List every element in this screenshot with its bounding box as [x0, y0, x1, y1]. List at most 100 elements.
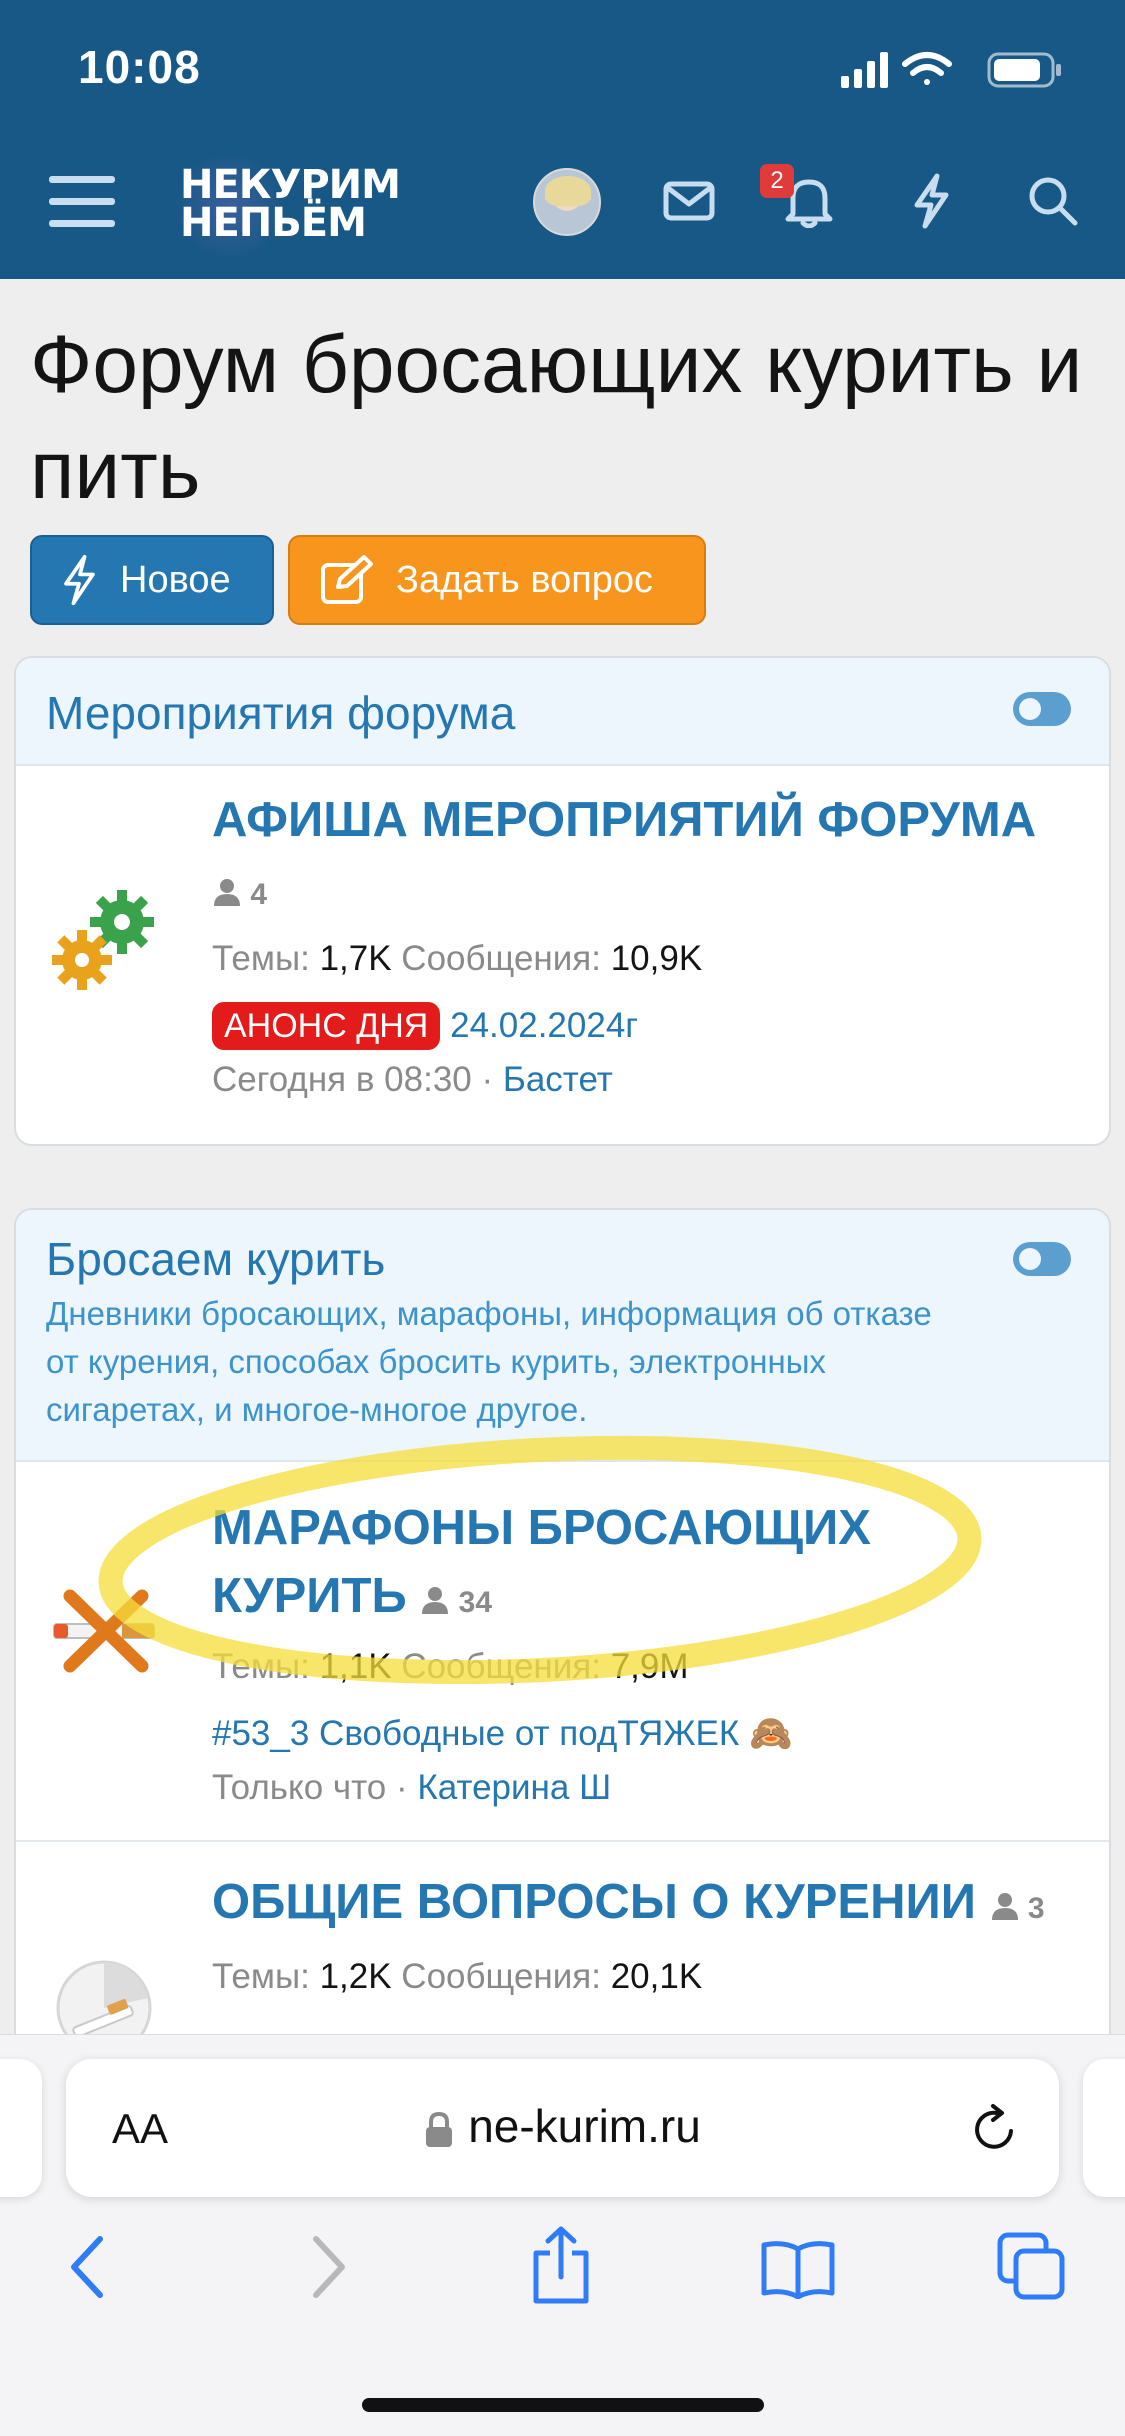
node-stats: Темы: 1,7K Сообщения: 10,9K: [212, 935, 1069, 983]
app-header: 10:08 НЕКУРИМ НЕПЬЁМ 2: [0, 0, 1125, 279]
thread-prefix-label: АНОНС ДНЯ: [212, 1002, 441, 1050]
last-post-user[interactable]: Бастет: [503, 1060, 613, 1099]
node-members-count: 3: [1027, 1892, 1045, 1925]
node-members: 4: [212, 878, 267, 911]
menu-icon: [49, 176, 115, 227]
site-logo[interactable]: НЕКУРИМ НЕПЬЁМ: [170, 156, 470, 256]
last-post-meta: Сегодня в 08:30 · Бастет: [212, 1053, 1069, 1107]
search-icon: [1029, 177, 1078, 226]
no-smoking-icon: [53, 1589, 155, 1673]
messages-label: Сообщения:: [401, 1647, 601, 1686]
page-title: Форум бросающих курить и пить: [30, 319, 1083, 516]
threads-count: 1,2K: [319, 1957, 392, 1996]
node-body: АФИША МЕРОПРИЯТИЙ ФОРУМА 4 Темы: 1,7K Со…: [212, 786, 1069, 1107]
lightning-icon: [914, 173, 949, 229]
messages-count: 10,9K: [610, 939, 703, 978]
menu-button[interactable]: [46, 170, 118, 234]
node-members: 34: [420, 1586, 492, 1619]
node-title-text: МАРАФОНЫ БРОСАЮЩИХ КУРИТЬ: [212, 1501, 871, 1623]
logo-line-2: НЕПЬЁМ: [180, 200, 367, 246]
category-title: Мероприятия форума: [46, 687, 516, 739]
url-text: ne-kurim.ru: [468, 2100, 701, 2152]
search-button[interactable]: [1018, 166, 1088, 236]
ask-question-button[interactable]: Задать вопрос: [288, 535, 706, 625]
battery-icon: [987, 52, 1061, 88]
avatar[interactable]: [533, 168, 601, 236]
inbox-button[interactable]: [656, 168, 722, 234]
node-title[interactable]: ОБЩИЕ ВОПРОСЫ О КУРЕНИИ 3: [212, 1864, 1069, 1947]
category-title: Бросаем курить: [46, 1233, 386, 1285]
node-body: ОБЩИЕ ВОПРОСЫ О КУРЕНИИ 3 Темы: 1,2K Соо…: [212, 1864, 1069, 2001]
node-body: МАРАФОНЫ БРОСАЮЩИХ КУРИТЬ 34 Темы: 1,1K …: [212, 1494, 1069, 1815]
back-icon[interactable]: [66, 2235, 106, 2299]
user-icon: [422, 1587, 449, 1614]
reload-icon[interactable]: [971, 2103, 1019, 2153]
category-card-events: Мероприятия форума АФИША МЕРОПРИЯТИЙ ФОР…: [14, 656, 1111, 1146]
wifi-icon: [902, 52, 952, 85]
logo-line-1: НЕКУРИМ: [180, 162, 401, 208]
gears-icon: [52, 890, 154, 990]
node-title-text: АФИША МЕРОПРИЯТИЙ ФОРУМА: [212, 793, 1037, 847]
node-members: 3: [990, 1892, 1045, 1925]
lightning-icon: [64, 554, 95, 606]
category-description: Дневники бросающих, марафоны, информация…: [46, 1295, 932, 1428]
last-post-time: Только что: [212, 1768, 387, 1807]
avatar-hair: [545, 176, 591, 206]
mail-icon: [663, 181, 715, 221]
separator: ·: [471, 1060, 503, 1099]
node-members-count: 34: [458, 1586, 493, 1619]
browser-toolbar: AA ne-kurim.ru: [0, 2034, 1125, 2436]
category-header[interactable]: Бросаем курить Дневники бросающих, мараф…: [16, 1210, 1109, 1462]
last-thread-link[interactable]: #53_3 Свободные от подТЯЖЕК 🙈: [212, 1714, 793, 1753]
last-post-meta: Только что · Катерина Ш: [212, 1761, 1069, 1815]
category-header[interactable]: Мероприятия форума: [16, 658, 1109, 766]
collapse-toggle[interactable]: [1013, 1242, 1071, 1276]
messages-label: Сообщения:: [401, 939, 601, 978]
notification-badge: 2: [760, 164, 794, 198]
status-time: 10:08: [78, 41, 201, 93]
messages-label: Сообщения:: [401, 1957, 601, 1996]
new-posts-label: Новое: [120, 558, 231, 601]
status-icons: [841, 52, 1061, 88]
next-tab-peek[interactable]: [1083, 2059, 1125, 2197]
bookmarks-icon[interactable]: [760, 2239, 836, 2299]
whats-new-button[interactable]: [898, 166, 964, 236]
node-stats: Темы: 1,2K Сообщения: 20,1K: [212, 1953, 1069, 2001]
messages-count: 7,9M: [610, 1647, 689, 1686]
node-members-count: 4: [250, 878, 268, 911]
new-posts-button[interactable]: Новое: [30, 535, 274, 625]
last-post-time: Сегодня в 08:30: [212, 1060, 472, 1099]
forum-node[interactable]: МАРАФОНЫ БРОСАЮЩИХ КУРИТЬ 34 Темы: 1,1K …: [16, 1462, 1109, 1842]
signal-icon: [841, 52, 888, 88]
home-indicator: [362, 2398, 764, 2412]
last-post: АНОНС ДНЯ 24.02.2024г: [212, 999, 1069, 1053]
last-post: #53_3 Свободные от подТЯЖЕК 🙈: [212, 1707, 1069, 1761]
previous-tab-peek[interactable]: [0, 2059, 42, 2197]
category-card-quit-smoking: Бросаем курить Дневники бросающих, мараф…: [14, 1208, 1111, 2108]
threads-count: 1,7K: [319, 939, 392, 978]
node-title-text: ОБЩИЕ ВОПРОСЫ О КУРЕНИИ: [212, 1875, 976, 1929]
last-post-user[interactable]: Катерина Ш: [417, 1768, 611, 1807]
separator: ·: [386, 1768, 418, 1807]
url-display[interactable]: ne-kurim.ru: [66, 2099, 1059, 2153]
address-bar[interactable]: AA ne-kurim.ru: [66, 2059, 1059, 2197]
ask-question-label: Задать вопрос: [396, 558, 654, 601]
user-icon: [991, 1893, 1018, 1920]
node-title[interactable]: АФИША МЕРОПРИЯТИЙ ФОРУМА 4: [212, 786, 1069, 929]
node-title[interactable]: МАРАФОНЫ БРОСАЮЩИХ КУРИТЬ 34: [212, 1494, 1069, 1637]
collapse-toggle[interactable]: [1013, 692, 1071, 726]
messages-count: 20,1K: [610, 1957, 703, 1996]
last-thread-link[interactable]: 24.02.2024г: [450, 1006, 638, 1045]
threads-label: Темы:: [212, 1647, 310, 1686]
forward-icon[interactable]: [310, 2235, 350, 2299]
share-icon[interactable]: [530, 2225, 592, 2305]
lock-icon: [426, 2111, 453, 2147]
edit-icon: [321, 555, 373, 604]
threads-label: Темы:: [212, 1957, 310, 1996]
node-stats: Темы: 1,1K Сообщения: 7,9M: [212, 1643, 1069, 1691]
tabs-icon[interactable]: [996, 2231, 1068, 2303]
threads-count: 1,1K: [319, 1647, 392, 1686]
threads-label: Темы:: [212, 939, 310, 978]
user-icon: [214, 879, 240, 906]
forum-node[interactable]: АФИША МЕРОПРИЯТИЙ ФОРУМА 4 Темы: 1,7K Со…: [16, 766, 1109, 1144]
